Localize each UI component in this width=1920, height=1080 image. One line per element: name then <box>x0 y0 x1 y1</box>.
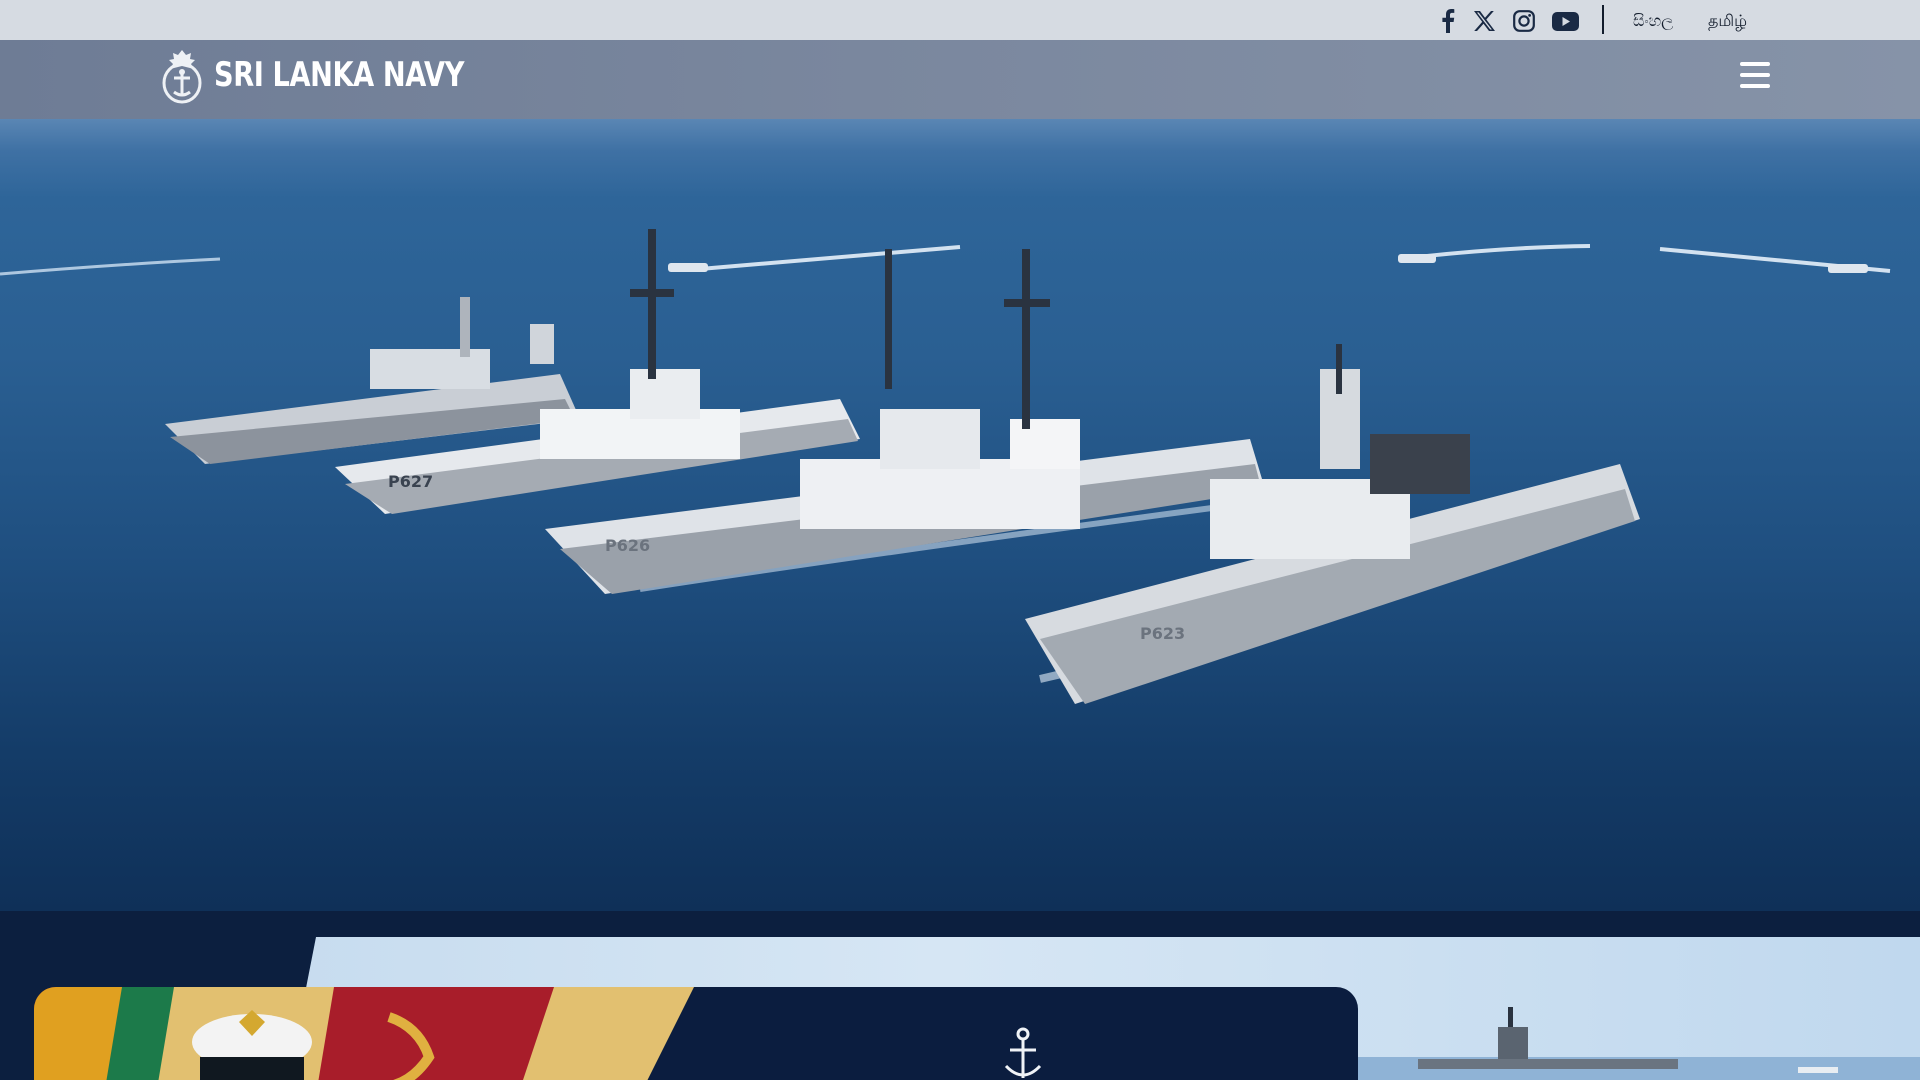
naval-fleet-illustration: P627 P626 P623 <box>0 229 1891 704</box>
commander-portrait-image <box>34 987 734 1080</box>
site-logo-text[interactable]: SRI LANKA NAVY <box>214 55 464 95</box>
topbar-divider <box>1602 5 1604 34</box>
navy-crest-icon[interactable] <box>160 48 204 104</box>
facebook-icon[interactable] <box>1433 8 1463 34</box>
hero-banner-image: P627 P626 P623 <box>0 119 1920 911</box>
language-sinhala-link[interactable]: සිංහල <box>1633 11 1673 31</box>
instagram-icon[interactable] <box>1509 8 1539 34</box>
hamburger-menu-icon[interactable] <box>1740 62 1770 88</box>
ship-photo-thumbnail <box>1358 1007 1920 1080</box>
language-tamil-link[interactable]: தமிழ் <box>1708 11 1747 32</box>
youtube-icon[interactable] <box>1550 8 1580 34</box>
commander-message-card <box>34 987 1358 1080</box>
x-twitter-icon[interactable] <box>1469 8 1499 34</box>
hull-number-p626: P626 <box>605 536 650 555</box>
navy-anchor-crest-icon <box>1004 1027 1042 1078</box>
hull-number-p623: P623 <box>1140 624 1185 643</box>
hull-number-p627: P627 <box>388 472 433 491</box>
top-utility-bar <box>0 0 1920 40</box>
